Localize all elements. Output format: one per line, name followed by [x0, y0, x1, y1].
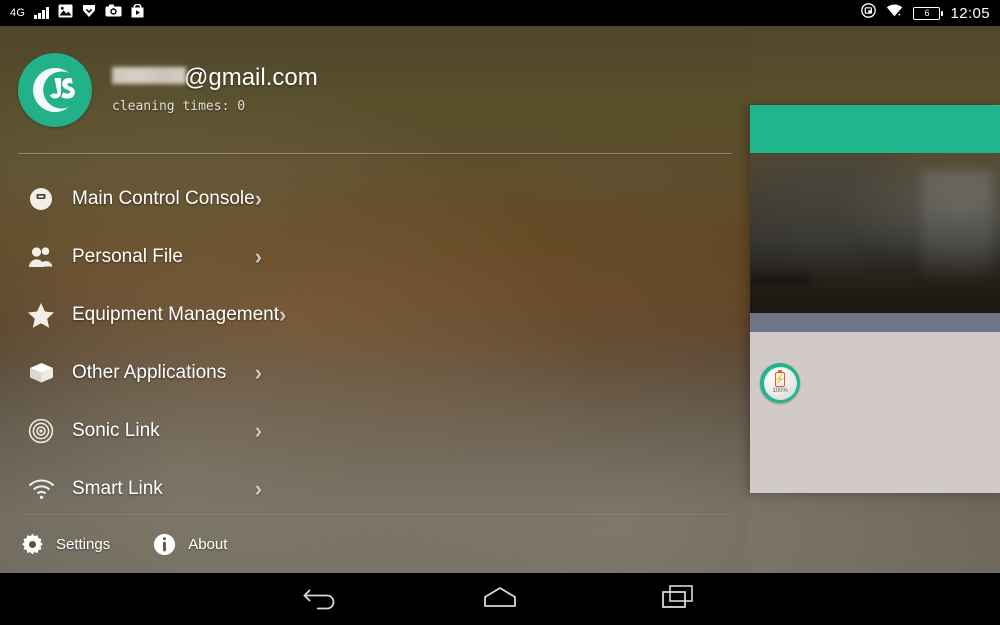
robot-vacuum-icon [26, 184, 56, 214]
signal-bars-icon [34, 7, 49, 19]
chevron-right-icon: › [254, 418, 262, 443]
about-label: About [188, 535, 228, 553]
email-domain-label: @gmail.com [184, 63, 318, 91]
home-icon [480, 585, 520, 614]
status-bar-right: 6 12:05 [861, 3, 990, 23]
wifi-arcs-icon [26, 474, 56, 504]
screenshot-icon [861, 3, 877, 23]
clock-label: 12:05 [950, 4, 990, 22]
camera-icon [105, 4, 122, 22]
card-photo-area [750, 153, 1000, 313]
menu-item-label: Personal File [72, 246, 183, 267]
card-content-area: ⚡ 100% [750, 332, 1000, 493]
back-button[interactable] [292, 579, 352, 619]
about-button[interactable]: About [152, 532, 227, 556]
account-email: @gmail.com [112, 65, 318, 90]
settings-label: Settings [56, 535, 111, 553]
drawer-footer: Settings About [0, 515, 750, 573]
lightning-bolt-glyph: ⚡ [774, 374, 786, 384]
background-app-card[interactable]: ⚡ 100% [750, 105, 1000, 493]
account-header[interactable]: @gmail.com cleaning times: 0 [0, 26, 750, 153]
card-app-bar [750, 105, 1000, 153]
menu-item-other-applications[interactable]: Other Applications › [0, 344, 280, 402]
menu-item-equipment-management[interactable]: Equipment Management › [0, 286, 286, 344]
wifi-icon [886, 4, 903, 22]
photo-shelf-shadow [750, 275, 810, 285]
chevron-right-icon: › [254, 476, 262, 501]
card-slate-strip [750, 313, 1000, 332]
android-screen: 4G 6 12:05 ⚡ 100% @gmail.com cleaning ti… [0, 0, 1000, 625]
home-button[interactable] [470, 579, 530, 619]
photo-window-highlight [922, 171, 992, 275]
recents-icon [661, 584, 695, 615]
battery-status-badge[interactable]: ⚡ 100% [760, 363, 800, 403]
status-bar: 4G 6 12:05 [0, 0, 1000, 26]
radar-icon [26, 416, 56, 446]
status-bar-left: 4G [10, 3, 144, 23]
menu-item-personal-file[interactable]: Personal File › [0, 228, 280, 286]
drawer-menu-list: Main Control Console › Personal File › E… [0, 154, 750, 514]
battery-level-label: 6 [924, 7, 930, 18]
battery-charging-icon: ⚡ [774, 369, 786, 387]
chevron-right-icon: › [254, 186, 263, 211]
menu-item-label: Main Control Console [72, 188, 255, 209]
redacted-username-blur [112, 66, 186, 84]
download-icon [82, 4, 96, 23]
settings-button[interactable]: Settings [20, 532, 110, 556]
menu-item-label: Equipment Management [72, 304, 280, 325]
back-arrow-icon [303, 584, 341, 615]
account-text-block: @gmail.com cleaning times: 0 [112, 65, 318, 114]
cleaning-times-label: cleaning times: 0 [112, 99, 246, 115]
menu-item-main-control-console[interactable]: Main Control Console › [0, 170, 280, 228]
menu-item-label: Smart Link [72, 478, 163, 499]
footer-divider [18, 514, 732, 515]
network-type-label: 4G [10, 7, 26, 19]
chevron-right-icon: › [254, 360, 262, 385]
image-icon [58, 4, 73, 23]
navigation-drawer: @gmail.com cleaning times: 0 Main Contro… [0, 26, 750, 573]
chevron-right-icon: › [279, 302, 287, 327]
box-icon [26, 358, 56, 388]
menu-item-sonic-link[interactable]: Sonic Link › [0, 402, 280, 460]
people-icon [26, 242, 56, 272]
battery-icon: 6 [913, 6, 944, 20]
recents-button[interactable] [648, 579, 708, 619]
chevron-right-icon: › [254, 244, 262, 269]
play-store-icon [131, 3, 144, 23]
info-icon [152, 532, 176, 556]
menu-item-label: Sonic Link [72, 420, 160, 441]
app-logo-js-icon[interactable] [18, 52, 92, 127]
battery-percent-label: 100% [772, 388, 788, 394]
gear-icon [20, 532, 44, 556]
battery-badge-inner: ⚡ 100% [763, 366, 797, 400]
star-icon [26, 300, 56, 330]
menu-item-label: Other Applications [72, 362, 227, 383]
menu-item-smart-link[interactable]: Smart Link › [0, 460, 280, 514]
android-nav-bar [0, 573, 1000, 625]
